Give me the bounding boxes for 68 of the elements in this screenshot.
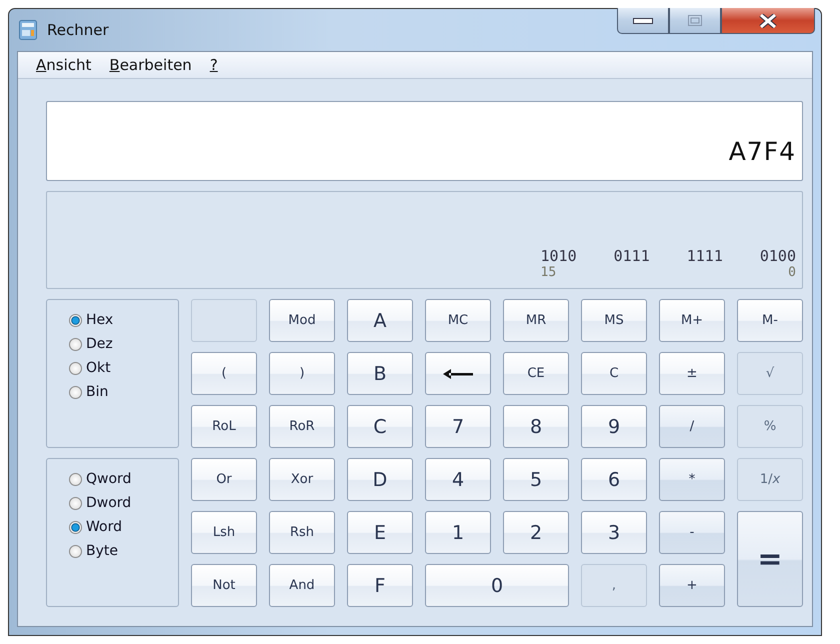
calculator-key[interactable]: 2 bbox=[503, 511, 569, 554]
calculator-key[interactable]: 6 bbox=[581, 458, 647, 501]
equals-button[interactable]: = bbox=[737, 511, 803, 607]
calculator-icon bbox=[19, 20, 37, 40]
minimize-button[interactable] bbox=[617, 8, 669, 34]
calculator-key[interactable]: M- bbox=[737, 299, 803, 342]
calculator-key[interactable]: A bbox=[347, 299, 413, 342]
menu-item[interactable]: Ansicht bbox=[36, 56, 92, 74]
menu-item[interactable]: ? bbox=[210, 56, 218, 74]
calculator-key[interactable]: + bbox=[659, 564, 725, 607]
calculator-key[interactable]: C bbox=[581, 352, 647, 395]
calculator-key[interactable]: B bbox=[347, 352, 413, 395]
bit-group: 0100 bbox=[760, 247, 796, 265]
radio-option[interactable]: Okt bbox=[69, 360, 178, 376]
bit-group: 1010 bbox=[540, 247, 577, 265]
bit-index: 15 bbox=[540, 265, 556, 280]
minimize-icon bbox=[633, 18, 653, 24]
calculator-key[interactable]: And bbox=[269, 564, 335, 607]
calculator-key[interactable]: Mod bbox=[269, 299, 335, 342]
calculator-key[interactable]: ( bbox=[191, 352, 257, 395]
calculator-key[interactable]: F bbox=[347, 564, 413, 607]
calculator-key[interactable]: 1 bbox=[425, 511, 491, 554]
backspace-button[interactable] bbox=[425, 352, 491, 395]
calculator-key[interactable]: 5 bbox=[503, 458, 569, 501]
calculator-key[interactable]: Rsh bbox=[269, 511, 335, 554]
radio-option[interactable]: Qword bbox=[69, 471, 178, 487]
close-icon bbox=[759, 14, 777, 28]
maximize-icon bbox=[688, 15, 702, 26]
menu-item[interactable]: Bearbeiten bbox=[109, 56, 192, 74]
calculator-key[interactable]: M+ bbox=[659, 299, 725, 342]
calculator-key[interactable]: MC bbox=[425, 299, 491, 342]
radio-option[interactable]: Dez bbox=[69, 336, 178, 352]
bit-index: 0 bbox=[788, 265, 796, 280]
window-title: Rechner bbox=[47, 21, 109, 39]
radio-option[interactable]: Dword bbox=[69, 495, 178, 511]
calculator-key[interactable]: CE bbox=[503, 352, 569, 395]
calculator-key[interactable]: RoL bbox=[191, 405, 257, 448]
calculator-key[interactable]: RoR bbox=[269, 405, 335, 448]
radio-option[interactable]: Byte bbox=[69, 543, 178, 559]
calculator-key[interactable]: Not bbox=[191, 564, 257, 607]
calculator-key[interactable]: E bbox=[347, 511, 413, 554]
calculator-key[interactable]: Lsh bbox=[191, 511, 257, 554]
calculator-key[interactable]: 4 bbox=[425, 458, 491, 501]
calculator-key[interactable]: 3 bbox=[581, 511, 647, 554]
calculator-key[interactable]: MR bbox=[503, 299, 569, 342]
calculator-key[interactable]: 0 bbox=[425, 564, 569, 607]
calculator-key[interactable]: * bbox=[659, 458, 725, 501]
calculator-key[interactable]: 8 bbox=[503, 405, 569, 448]
radio-option[interactable]: Bin bbox=[69, 384, 178, 400]
calculator-key[interactable]: / bbox=[659, 405, 725, 448]
display-value: A7F4 bbox=[728, 137, 796, 166]
calculator-key[interactable]: ) bbox=[269, 352, 335, 395]
calculator-key[interactable]: D bbox=[347, 458, 413, 501]
calculator-key[interactable]: Xor bbox=[269, 458, 335, 501]
calculator-key[interactable]: ± bbox=[659, 352, 725, 395]
calculator-key[interactable]: Or bbox=[191, 458, 257, 501]
calculator-key[interactable]: 7 bbox=[425, 405, 491, 448]
calculator-key[interactable]: MS bbox=[581, 299, 647, 342]
bit-group: 0111 bbox=[614, 247, 650, 265]
left-arrow-icon bbox=[443, 368, 473, 378]
calculator-key[interactable]: C bbox=[347, 405, 413, 448]
calculator-key[interactable]: - bbox=[659, 511, 725, 554]
calculator-key[interactable]: 9 bbox=[581, 405, 647, 448]
maximize-button[interactable] bbox=[669, 8, 721, 34]
close-button[interactable] bbox=[721, 8, 815, 34]
bit-group: 1111 bbox=[686, 247, 723, 265]
radio-option[interactable]: Word bbox=[69, 519, 178, 535]
radio-option[interactable]: Hex bbox=[69, 312, 178, 328]
